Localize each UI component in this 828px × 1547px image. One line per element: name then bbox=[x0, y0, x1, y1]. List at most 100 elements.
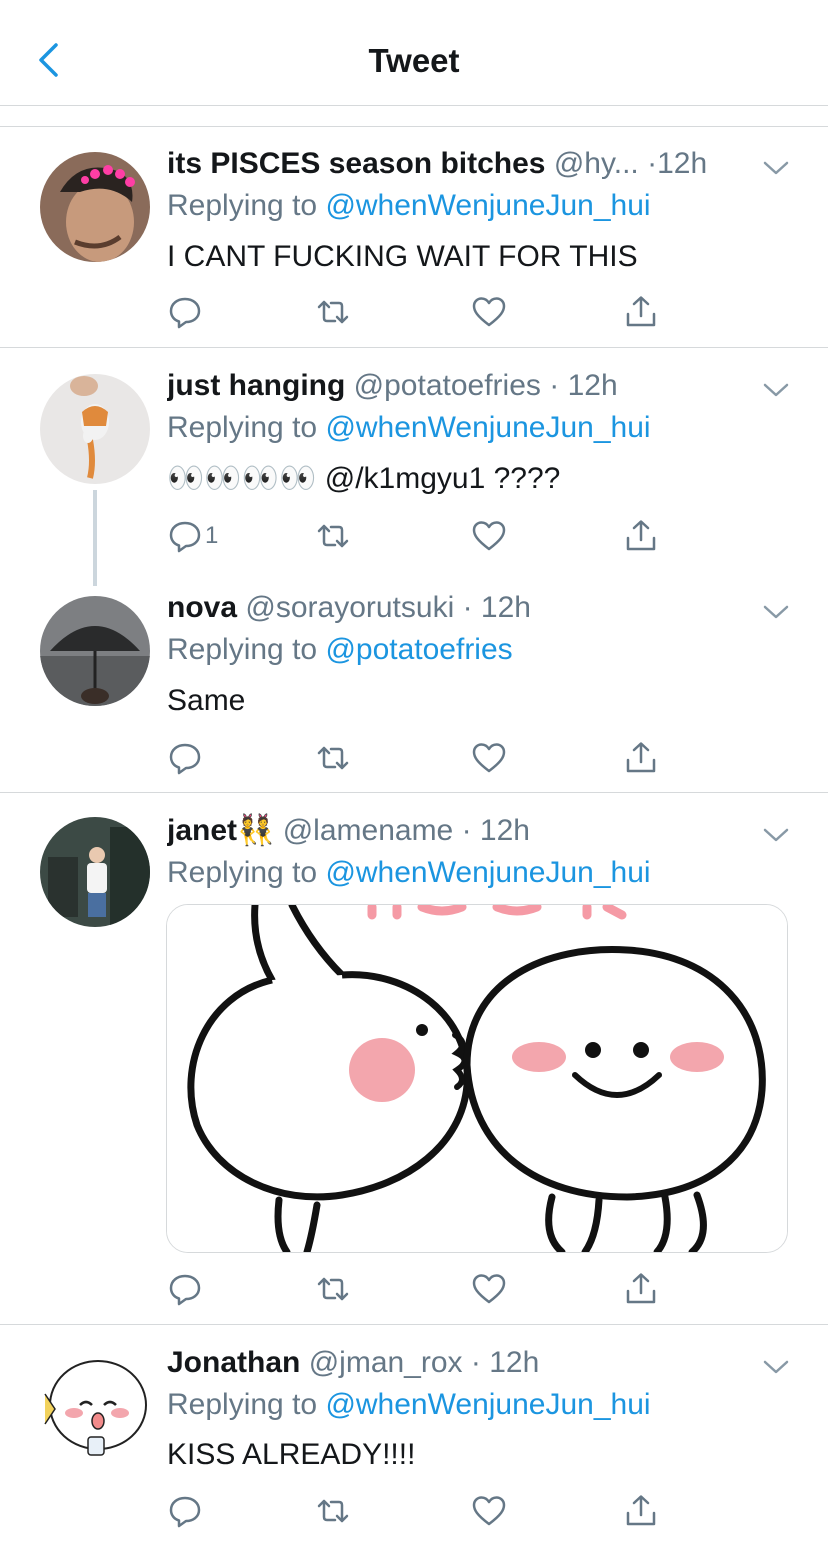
user-handle[interactable]: @sorayorutsuki bbox=[245, 591, 454, 624]
replying-to: Replying to @whenWenjuneJun_hui bbox=[167, 408, 651, 448]
retweet-button[interactable] bbox=[315, 292, 351, 332]
replying-to: Replying to @whenWenjuneJun_hui bbox=[167, 1385, 651, 1425]
share-button[interactable] bbox=[623, 1491, 659, 1531]
retweet-icon bbox=[317, 300, 349, 324]
tweet-header: its PISCES season bitches @hy... ·12h bbox=[167, 144, 748, 184]
reply-tweet[interactable]: janet👯 @lamename · 12h Replying to @when… bbox=[0, 793, 828, 1325]
timestamp[interactable]: · 12h bbox=[471, 1346, 539, 1379]
avatar[interactable] bbox=[40, 152, 150, 262]
chevron-down-icon[interactable] bbox=[762, 158, 790, 178]
reply-tweet[interactable]: Jonathan @jman_rox · 12h Replying to @wh… bbox=[0, 1325, 828, 1547]
retweet-button[interactable] bbox=[315, 516, 351, 556]
avatar[interactable] bbox=[40, 817, 150, 927]
like-button[interactable] bbox=[471, 516, 507, 556]
reply-count: 1 bbox=[205, 522, 219, 549]
avatar[interactable] bbox=[40, 1349, 150, 1459]
share-icon bbox=[626, 296, 656, 327]
avatar[interactable] bbox=[40, 374, 150, 484]
reply-button[interactable] bbox=[167, 292, 205, 332]
heart-icon bbox=[472, 1274, 506, 1304]
eyes-emoji: 👀👀👀👀 bbox=[167, 462, 317, 495]
page-title: Tweet bbox=[368, 42, 460, 79]
chevron-down-icon[interactable] bbox=[762, 602, 790, 622]
tweet-header: just hanging @potatoefries · 12h bbox=[167, 366, 748, 406]
replying-to-link[interactable]: @whenWenjuneJun_hui bbox=[325, 189, 650, 222]
tweet-actions bbox=[167, 1269, 667, 1309]
reply-icon bbox=[169, 1496, 201, 1528]
tweet-text: 👀👀👀👀 @/k1mgyu1 ???? bbox=[167, 459, 560, 499]
retweet-icon bbox=[317, 1277, 349, 1301]
share-icon bbox=[626, 742, 656, 773]
replying-to-link[interactable]: @potatoefries bbox=[325, 633, 512, 666]
tweet-actions bbox=[167, 292, 667, 332]
retweet-icon bbox=[317, 1499, 349, 1523]
replying-to-link[interactable]: @whenWenjuneJun_hui bbox=[325, 411, 650, 444]
tweet-actions bbox=[167, 738, 667, 778]
tweet-actions: 1 bbox=[167, 516, 667, 556]
reply-button[interactable] bbox=[167, 738, 205, 778]
share-icon bbox=[626, 1273, 656, 1304]
like-button[interactable] bbox=[471, 738, 507, 778]
tweet-header: janet👯 @lamename · 12h bbox=[167, 811, 748, 851]
timestamp[interactable]: ·12h bbox=[647, 147, 707, 180]
user-handle[interactable]: @jman_rox bbox=[309, 1346, 463, 1379]
attached-media-image[interactable] bbox=[166, 904, 788, 1253]
kissing-bunnies-sticker bbox=[167, 905, 787, 1252]
like-button[interactable] bbox=[471, 292, 507, 332]
reply-icon bbox=[169, 521, 201, 553]
share-icon bbox=[626, 1495, 656, 1526]
timestamp[interactable]: · 12h bbox=[463, 591, 531, 624]
chevron-down-icon[interactable] bbox=[762, 825, 790, 845]
tweet-text: I CANT FUCKING WAIT FOR THIS bbox=[167, 240, 638, 273]
share-button[interactable] bbox=[623, 1269, 659, 1309]
user-handle[interactable]: @hy... bbox=[554, 147, 639, 180]
reply-icon bbox=[169, 297, 201, 329]
heart-icon bbox=[472, 1496, 506, 1526]
like-button[interactable] bbox=[471, 1491, 507, 1531]
retweet-button[interactable] bbox=[315, 738, 351, 778]
reply-button[interactable] bbox=[167, 1491, 205, 1531]
retweet-button[interactable] bbox=[315, 1269, 351, 1309]
reply-button[interactable]: 1 bbox=[167, 516, 218, 556]
reply-tweet[interactable]: its PISCES season bitches @hy... ·12h Re… bbox=[0, 126, 828, 348]
display-name[interactable]: nova bbox=[167, 591, 237, 624]
chevron-down-icon[interactable] bbox=[762, 380, 790, 400]
chevron-down-icon[interactable] bbox=[762, 1357, 790, 1377]
retweet-button[interactable] bbox=[315, 1491, 351, 1531]
tweet-text-body: @/k1mgyu1 ???? bbox=[316, 462, 561, 495]
replying-to-label: Replying to bbox=[167, 1388, 326, 1421]
reply-icon bbox=[169, 1274, 201, 1306]
tweet-header: nova @sorayorutsuki · 12h bbox=[167, 588, 748, 628]
replying-to-label: Replying to bbox=[167, 633, 326, 666]
display-name[interactable]: just hanging bbox=[167, 369, 345, 402]
share-button[interactable] bbox=[623, 738, 659, 778]
tweet-text: KISS ALREADY!!!! bbox=[167, 1438, 416, 1471]
user-handle[interactable]: @potatoefries bbox=[354, 369, 541, 402]
replying-to-link[interactable]: @whenWenjuneJun_hui bbox=[325, 856, 650, 889]
replying-to: Replying to @potatoefries bbox=[167, 630, 513, 670]
reply-tweet[interactable]: nova @sorayorutsuki · 12h Replying to @p… bbox=[0, 570, 828, 793]
reply-icon bbox=[169, 743, 201, 775]
reply-button[interactable] bbox=[167, 1269, 205, 1309]
share-button[interactable] bbox=[623, 292, 659, 332]
tweet-text: Same bbox=[167, 684, 246, 717]
heart-icon bbox=[472, 521, 506, 551]
replying-to-label: Replying to bbox=[167, 189, 326, 222]
replying-to-label: Replying to bbox=[167, 856, 326, 889]
display-name[interactable]: its PISCES season bitches bbox=[167, 147, 545, 180]
user-handle[interactable]: @lamename bbox=[283, 814, 454, 847]
share-button[interactable] bbox=[623, 516, 659, 556]
heart-icon bbox=[472, 297, 506, 327]
retweet-icon bbox=[317, 524, 349, 548]
retweet-icon bbox=[317, 746, 349, 770]
reply-tweet[interactable]: just hanging @potatoefries · 12h Replyin… bbox=[0, 348, 828, 586]
timestamp[interactable]: · 12h bbox=[549, 369, 617, 402]
replying-to-link[interactable]: @whenWenjuneJun_hui bbox=[325, 1388, 650, 1421]
top-navigation-bar: Tweet bbox=[0, 0, 828, 106]
display-name[interactable]: Jonathan bbox=[167, 1346, 300, 1379]
replying-to-label: Replying to bbox=[167, 411, 326, 444]
timestamp[interactable]: · 12h bbox=[462, 814, 530, 847]
display-name[interactable]: janet👯 bbox=[167, 814, 274, 847]
like-button[interactable] bbox=[471, 1269, 507, 1309]
avatar[interactable] bbox=[40, 596, 150, 706]
